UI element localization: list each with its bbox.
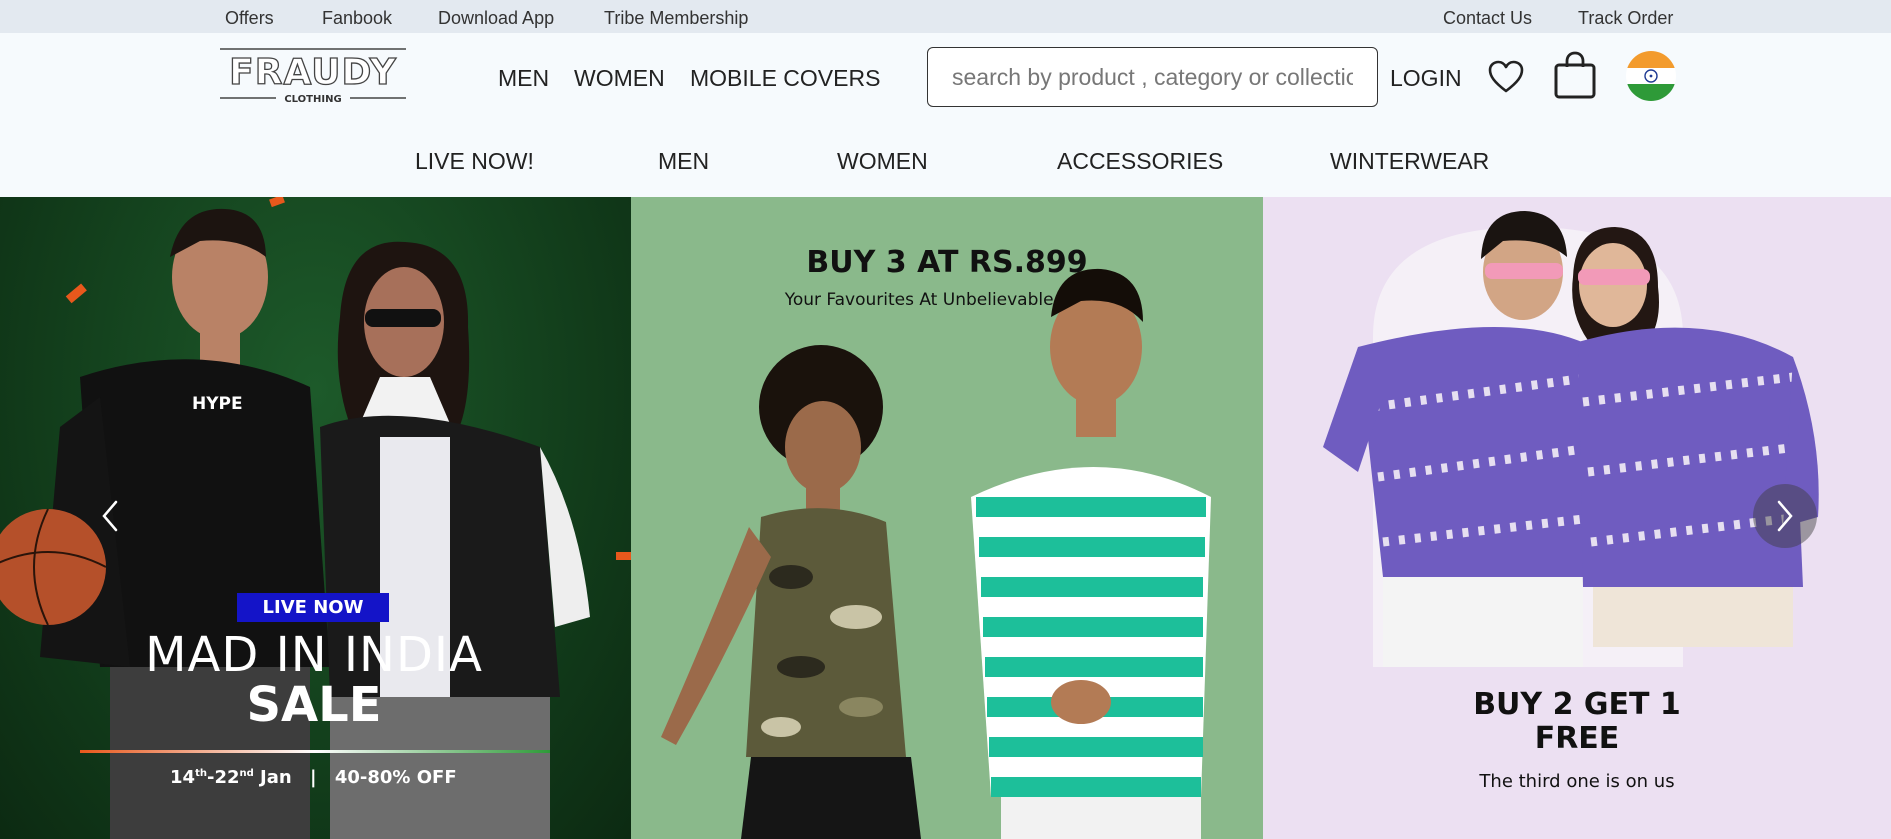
top-utility-bar: Offers Fanbook Download App Tribe Member…: [0, 0, 1891, 33]
offers-link[interactable]: Offers: [225, 8, 274, 29]
search-input[interactable]: [928, 48, 1377, 106]
buy2-title-line2: FREE: [1534, 721, 1620, 756]
sale-dates: 14th-22nd Jan | 40-80% OFF: [170, 767, 457, 788]
heart-icon[interactable]: [1488, 60, 1524, 94]
brand-logo[interactable]: FRAUDY CLOTHING: [220, 47, 406, 105]
track-order-link[interactable]: Track Order: [1578, 8, 1673, 29]
subnav-live-now[interactable]: LIVE NOW!: [415, 148, 534, 175]
nav-mobile-covers[interactable]: MOBILE COVERS: [690, 65, 880, 92]
contact-us-link[interactable]: Contact Us: [1443, 8, 1532, 29]
nav-women[interactable]: WOMEN: [574, 65, 665, 92]
site-header: FRAUDY CLOTHING MEN WOMEN MOBILE COVERS …: [0, 33, 1891, 197]
chevron-right-icon: [1777, 500, 1793, 532]
carousel-next-button[interactable]: [1753, 484, 1817, 548]
svg-text:FRAUDY: FRAUDY: [229, 52, 397, 93]
nav-men[interactable]: MEN: [498, 65, 549, 92]
shopping-bag-icon[interactable]: [1554, 51, 1596, 99]
fanbook-link[interactable]: Fanbook: [322, 8, 392, 29]
svg-text:CLOTHING: CLOTHING: [284, 94, 341, 105]
subnav-women[interactable]: WOMEN: [837, 148, 928, 175]
tricolor-divider: [80, 750, 550, 753]
subnav-accessories[interactable]: ACCESSORIES: [1057, 148, 1223, 175]
live-now-badge: LIVE NOW: [237, 593, 389, 622]
tribe-membership-link[interactable]: Tribe Membership: [604, 8, 748, 29]
subnav-men[interactable]: MEN: [658, 148, 709, 175]
buy2-title-line1: BUY 2 GET 1: [1473, 687, 1681, 722]
hero-carousel: HYPE LIVE NOW MAD IN INDIA SALE 14th-22n…: [0, 197, 1891, 839]
sale-title-line1: MAD IN INDIA: [145, 627, 483, 683]
subnav-winterwear[interactable]: WINTERWEAR: [1330, 148, 1489, 175]
sale-title-line2: SALE: [246, 677, 382, 733]
buy2-subtitle: The third one is on us: [1479, 771, 1675, 792]
buy3-models-illustration: [661, 268, 1211, 839]
download-app-link[interactable]: Download App: [438, 8, 554, 29]
search-box: [927, 47, 1378, 107]
shirt-print-text: HYPE: [192, 394, 243, 414]
chevron-left-icon: [102, 500, 118, 532]
carousel-prev-button[interactable]: [78, 484, 142, 548]
banner-buy-3-offer[interactable]: BUY 3 AT RS.899 Your Favourites At Unbel…: [631, 197, 1263, 839]
india-flag-icon[interactable]: [1625, 50, 1677, 102]
login-link[interactable]: LOGIN: [1390, 65, 1462, 92]
